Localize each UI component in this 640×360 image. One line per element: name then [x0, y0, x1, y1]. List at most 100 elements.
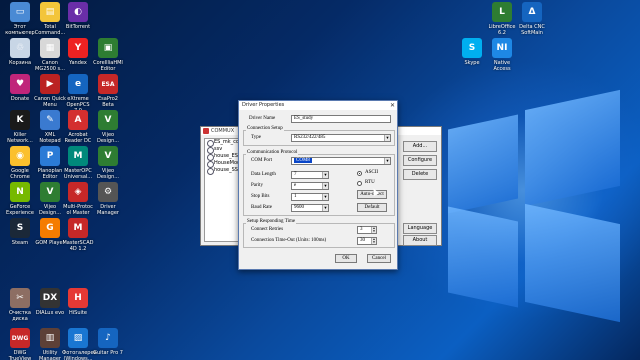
chevron-down-icon: ▼ — [322, 172, 328, 178]
desktop-shortcut[interactable]: eeXtreme OpenPCS 7.0 — [62, 74, 94, 114]
connect-retries-value: 3 — [360, 227, 363, 232]
configure-button[interactable]: Configure — [403, 155, 437, 166]
desktop-shortcut[interactable]: Δ Delta CNC SoftMain — [516, 2, 548, 36]
desktop-shortcut[interactable]: N GeForce Experience — [4, 182, 36, 216]
cancel-button[interactable]: Cancel — [367, 254, 391, 263]
desktop-shortcut[interactable]: V Vijeo Design... — [92, 110, 124, 144]
shortcut-label: Skype — [464, 60, 480, 66]
about-button[interactable]: About — [403, 235, 437, 246]
app-icon: V — [98, 146, 118, 166]
spin-arrows-icon[interactable]: ▲ ▼ — [371, 227, 376, 233]
app-icon: ▦ — [40, 38, 60, 58]
desktop-shortcut[interactable]: NI Native Access — [486, 38, 518, 72]
ascii-radio[interactable] — [357, 171, 362, 176]
stop-bits-label: Stop Bits — [251, 194, 270, 199]
close-icon[interactable]: ✕ — [390, 101, 395, 110]
baud-rate-label: Baud Rate — [251, 205, 272, 210]
desktop-shortcut[interactable]: Y Yandex — [62, 38, 94, 66]
app-icon — [203, 128, 209, 134]
ok-button[interactable]: OK — [335, 254, 357, 263]
desktop-shortcut[interactable]: A Acrobat Reader DC — [62, 110, 94, 144]
desktop-shortcut[interactable]: ▨ Фотогалерея (Windows... — [62, 328, 97, 360]
type-select[interactable]: RS232/422/485 ▼ — [291, 134, 391, 142]
communication-protocol-title: Communication Protocol — [246, 150, 299, 155]
desktop-shortcut[interactable]: H HiSuite — [62, 288, 94, 316]
dialog-titlebar[interactable]: Driver Properties ✕ — [239, 101, 397, 110]
app-icon: ▥ — [40, 328, 60, 348]
timeout-stepper[interactable]: 30 ▲ ▼ — [357, 237, 377, 245]
parity-value: e — [294, 183, 297, 188]
desktop-shortcut[interactable]: ◉ Google Chrome — [4, 146, 36, 180]
timeout-label: Connection Time-Out (Units: 100ms) — [251, 238, 327, 243]
app-icon: ◈ — [68, 182, 88, 202]
app-icon: ◉ — [10, 146, 30, 166]
app-icon: ▣ — [98, 38, 118, 58]
app-icon: A — [68, 110, 88, 130]
connect-retries-stepper[interactable]: 3 ▲ ▼ — [357, 226, 377, 234]
windows-logo-pane — [448, 114, 518, 214]
driver-name-field[interactable]: ES_study — [291, 115, 391, 123]
shortcut-label: BitTorrent — [65, 24, 91, 30]
com-port-value: COM8 — [294, 158, 312, 163]
shortcut-label: Acrobat Reader DC — [64, 132, 92, 144]
rtu-radio[interactable] — [357, 181, 362, 186]
desktop-shortcut[interactable]: ♲ Корзина — [4, 38, 36, 66]
desktop-shortcut[interactable]: ◈ Multi-Protoc ol Master — [62, 182, 94, 216]
shortcut-label: Google Chrome — [10, 168, 30, 180]
desktop-shortcut[interactable]: ▣ CoreIlliaHMI Editor — [92, 38, 124, 72]
app-icon: ✂ — [10, 288, 30, 308]
desktop-shortcut[interactable]: M MasterOPC Universal... — [62, 146, 94, 180]
stop-bits-select[interactable]: 1 ▼ — [291, 193, 329, 201]
desktop-shortcut[interactable]: S Steam — [4, 218, 36, 246]
setup-responding-time-title: Setup Responding Time — [246, 219, 297, 224]
desktop-shortcut[interactable]: M MasterSCAD 4D 1.2 — [62, 218, 94, 252]
app-icon: ♪ — [98, 328, 118, 348]
desktop-shortcut[interactable]: ⚙ Driver Manager — [92, 182, 124, 216]
driver-name-label: Driver Name — [249, 116, 276, 121]
app-icon: ▶ — [40, 74, 60, 94]
desktop-shortcut[interactable]: ✂ Очистка диска — [4, 288, 36, 322]
shortcut-label: DWG TrueView — [8, 350, 32, 360]
shortcut-label: Driver Manager — [97, 204, 119, 216]
desktop-shortcut[interactable]: L LibreOffice 6.2 — [486, 2, 518, 36]
desktop-shortcut[interactable]: ◐ BitTorrent — [62, 2, 94, 30]
rtu-label: RTU — [365, 180, 375, 185]
app-icon: P — [40, 146, 60, 166]
app-icon: e — [68, 74, 88, 94]
baud-rate-select[interactable]: 9600 ▼ — [291, 204, 329, 212]
shortcut-label: Vijeo Design... — [96, 132, 120, 144]
app-icon: S — [10, 218, 30, 238]
shortcut-label: Очистка диска — [9, 310, 31, 322]
chevron-down-icon: ▼ — [384, 135, 390, 141]
desktop-shortcut[interactable]: ▭ Этот компьютер — [4, 2, 36, 36]
parity-select[interactable]: e ▼ — [291, 182, 329, 190]
parity-label: Parity — [251, 183, 263, 188]
desktop-shortcut[interactable]: ♪ Guitar Pro 7 — [92, 328, 124, 356]
app-icon: M — [68, 146, 88, 166]
shortcut-label: Этот компьютер — [5, 24, 35, 36]
default-button[interactable]: Default — [357, 203, 387, 212]
chevron-down-icon: ▼ — [322, 183, 328, 189]
app-icon: M — [68, 218, 88, 238]
desktop-shortcut[interactable]: V Vijeo Design... — [92, 146, 124, 180]
chevron-down-icon: ▼ — [384, 158, 390, 164]
spin-arrows-icon[interactable]: ▲ ▼ — [371, 238, 376, 244]
desktop-shortcut[interactable]: S Skype — [456, 38, 488, 66]
desktop-shortcut[interactable]: K Killer Network... — [4, 110, 36, 144]
app-icon: L — [492, 2, 512, 22]
data-length-select[interactable]: 7 ▼ — [291, 171, 329, 179]
app-icon: Δ — [522, 2, 542, 22]
desktop-shortcut[interactable]: ♥ Donate — [4, 74, 36, 102]
com-port-select[interactable]: COM8 ▼ — [291, 157, 391, 165]
app-icon: ▤ — [40, 2, 60, 22]
app-icon: Y — [68, 38, 88, 58]
connection-setup-title: Connection Setup — [246, 126, 284, 131]
desktop-shortcut[interactable]: ESA EsaPro2 Beta — [92, 74, 124, 108]
delete-button[interactable]: Delete — [403, 169, 437, 180]
shortcut-label: LibreOffice 6.2 — [488, 24, 516, 36]
desktop-shortcut[interactable]: DWG DWG TrueView — [4, 328, 36, 360]
add-button[interactable]: Add... — [403, 141, 437, 152]
chevron-down-icon: ▼ — [322, 194, 328, 200]
language-button[interactable]: Language — [403, 223, 437, 234]
app-icon: ✎ — [40, 110, 60, 130]
